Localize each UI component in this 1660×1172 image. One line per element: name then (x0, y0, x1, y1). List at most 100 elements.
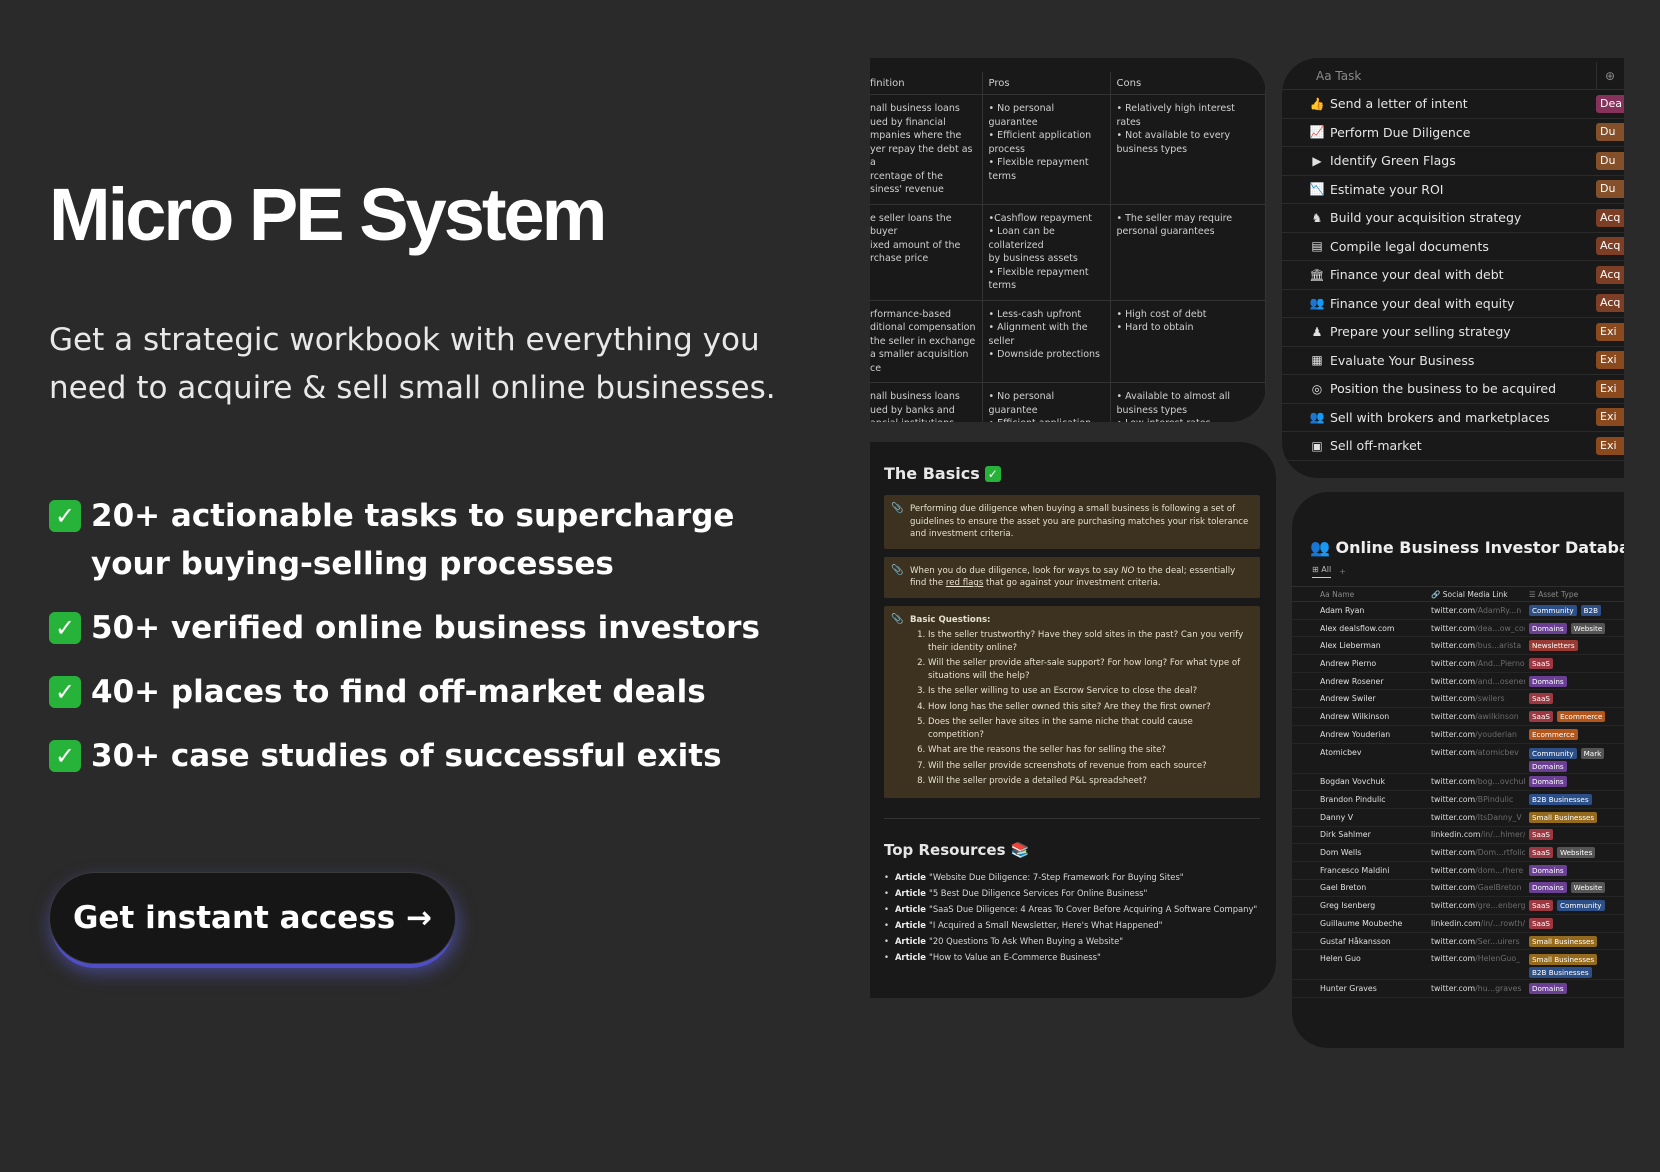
task-row[interactable]: 📉 Estimate your ROI Du (1282, 176, 1624, 204)
social-link[interactable]: twitter.com/GaelBreton (1419, 883, 1525, 892)
task-row[interactable]: 👥 Finance your deal with equity Acq (1282, 290, 1624, 318)
social-link[interactable]: twitter.com/and...osener (1419, 677, 1525, 686)
social-link[interactable]: twitter.com/youderian (1419, 730, 1525, 739)
view-tab-label: All (1321, 565, 1332, 574)
table-row[interactable]: Hunter Graves twitter.com/hu...graves Doma… (1292, 980, 1624, 999)
asset-type-tags: Domains Website (1525, 622, 1624, 634)
table-row[interactable]: Dom Wells twitter.com/Dom...rtfolio SaaS We… (1292, 844, 1624, 862)
task-row[interactable]: ◎ Position the business to be acquired Exi (1282, 375, 1624, 404)
table-row[interactable]: Alex Lieberman twitter.com/bus...arista Ne… (1292, 637, 1624, 656)
task-row[interactable]: 👍 Send a letter of intent Dea (1282, 90, 1624, 119)
table-row[interactable]: Bogdan Vovchuk twitter.com/bog...ovchuk Do… (1292, 774, 1624, 792)
resource-link[interactable]: "How to Value an E-Commerce Business" (929, 952, 1101, 962)
social-link[interactable]: twitter.com/HelenGuo_ (1419, 954, 1525, 963)
resource-link[interactable]: "I Acquired a Small Newsletter, Here's W… (929, 920, 1163, 930)
table-row[interactable]: Helen Guo twitter.com/HelenGuo_ Small Busi… (1292, 950, 1624, 981)
social-link[interactable]: twitter.com/dom...rhere (1419, 866, 1525, 875)
social-handle: /dea...ow_com (1475, 623, 1525, 633)
table-row[interactable]: Andrew Youderian twitter.com/youderian Eco… (1292, 726, 1624, 744)
resource-item[interactable]: Article"How to Value an E-Commerce Busin… (884, 949, 1276, 965)
table-row[interactable]: Gael Breton twitter.com/GaelBreton Domains… (1292, 880, 1624, 898)
view-tab-all[interactable]: ⊞ All (1312, 565, 1332, 578)
feature-text: 50+ verified online business investors (91, 610, 760, 646)
social-link[interactable]: twitter.com/dea...ow_com (1419, 624, 1525, 633)
table-row[interactable]: Andrew Pierno twitter.com/And...Pierno Saa… (1292, 655, 1624, 673)
investor-name: Greg Isenberg (1320, 901, 1376, 911)
table-row[interactable]: Alex dealsflow.com twitter.com/dea...ow_c… (1292, 620, 1624, 638)
table-row[interactable]: Andrew Wilkinson twitter.com/awilkinson Sa… (1292, 708, 1624, 726)
table-row[interactable]: Andrew Swiler twitter.com/swilers SaaS (1292, 690, 1624, 709)
table-row[interactable]: Guillaume Moubeche linkedin.com/in/...row… (1292, 915, 1624, 933)
table-row[interactable]: Danny V twitter.com/ItsDanny_V Small Busin… (1292, 809, 1624, 827)
resource-kind: Article (894, 951, 926, 962)
task-row[interactable]: 👥 Sell with brokers and marketplaces Exi (1282, 404, 1624, 432)
resource-link[interactable]: "SaaS Due Diligence: 4 Areas To Cover Be… (929, 904, 1257, 914)
red-flags-link[interactable]: red flags (946, 578, 983, 588)
task-row[interactable]: ▤ Compile legal documents Acq (1282, 233, 1624, 261)
social-link[interactable]: twitter.com/And...Pierno (1419, 659, 1525, 668)
task-row[interactable]: ♟ Prepare your selling strategy Exi (1282, 318, 1624, 347)
resource-item[interactable]: Article"I Acquired a Small Newsletter, H… (884, 917, 1276, 933)
social-link[interactable]: twitter.com/bus...arista (1419, 641, 1525, 650)
resource-link[interactable]: "5 Best Due Diligence Services For Onlin… (929, 888, 1147, 898)
social-site: twitter.com (1431, 777, 1476, 787)
investor-name: Gael Breton (1320, 883, 1367, 893)
task-row[interactable]: ♞ Build your acquisition strategy Acq (1282, 204, 1624, 233)
asset-type-tags: SaaS (1525, 693, 1624, 705)
social-link[interactable]: twitter.com/ItsDanny_V (1419, 813, 1525, 822)
social-link[interactable]: twitter.com/Dom...rtfolio (1419, 848, 1525, 857)
task-label-wrap: ▦ Evaluate Your Business (1310, 353, 1474, 368)
resource-link[interactable]: "20 Questions To Ask When Buying a Websi… (929, 936, 1123, 946)
social-link[interactable]: twitter.com/gre...enberg (1419, 901, 1525, 910)
table-row[interactable]: Greg Isenberg twitter.com/gre...enberg Saa… (1292, 897, 1624, 915)
asset-type-pill: Website (1570, 882, 1606, 894)
asset-type-pill: Small Businesses (1529, 954, 1598, 966)
social-link[interactable]: twitter.com/awilkinson (1419, 712, 1525, 721)
social-link[interactable]: twitter.com/BPindulic (1419, 795, 1525, 804)
feature-text: 40+ places to find off-market deals (91, 674, 706, 710)
asset-type-tags: Domains (1525, 983, 1624, 995)
table-row[interactable]: Brandon Pindulic twitter.com/BPindulic B2B… (1292, 791, 1624, 809)
social-link[interactable]: twitter.com/hu...graves (1419, 984, 1525, 993)
investor-name: Atomicbev (1320, 747, 1362, 757)
social-link[interactable]: twitter.com/bog...ovchuk (1419, 777, 1525, 786)
task-phase-tag: Acq (1596, 208, 1624, 227)
table-row: nall business loans ued by financial mpa… (870, 94, 1266, 205)
social-link[interactable]: twitter.com/AdamRy...n (1419, 606, 1525, 615)
question-item: Is the seller willing to use an Escrow S… (928, 685, 1250, 698)
asset-type-pill: Websites (1556, 847, 1596, 859)
table-row[interactable]: Atomicbev twitter.com/atomicbev Community M… (1292, 744, 1624, 774)
callout-definition: 📎 Performing due diligence when buying a… (884, 495, 1260, 549)
task-icon: ▶ (1312, 153, 1322, 168)
get-instant-access-button[interactable]: Get instant access → (49, 872, 456, 964)
table-row[interactable]: Andrew Rosener twitter.com/and...osener Do… (1292, 673, 1624, 691)
task-row[interactable]: ▦ Evaluate Your Business Exi (1282, 347, 1624, 375)
social-link[interactable]: linkedin.com/in/...rowth/ (1419, 919, 1525, 928)
task-column-header: Aa Task (1316, 68, 1362, 83)
social-link[interactable]: twitter.com/swilers (1419, 694, 1525, 703)
investor-name: Dirk Sahlmer (1320, 830, 1371, 840)
social-link[interactable]: twitter.com/atomicbev (1419, 748, 1525, 757)
resource-link[interactable]: "Website Due Diligence: 7-Step Framework… (929, 872, 1184, 882)
task-icon: 👥 (1309, 410, 1325, 425)
table-row[interactable]: Dirk Sahlmer linkedin.com/in/...hlmer/Saa… (1292, 827, 1624, 845)
resource-item[interactable]: Article"20 Questions To Ask When Buying … (884, 933, 1276, 949)
asset-type-pill: Domains (1529, 776, 1567, 788)
asset-type-pill: Small Businesses (1529, 935, 1598, 947)
task-label: Sell off-market (1330, 438, 1422, 454)
resource-item[interactable]: Article"5 Best Due Diligence Services Fo… (884, 885, 1276, 901)
resource-item[interactable]: Article"SaaS Due Diligence: 4 Areas To C… (884, 901, 1276, 917)
task-row[interactable]: ▣ Sell off-market Exi (1282, 432, 1624, 461)
resource-item[interactable]: Article"Website Due Diligence: 7-Step Fr… (884, 869, 1276, 885)
task-row[interactable]: ▶ Identify Green Flags Du (1282, 147, 1624, 176)
table-row[interactable]: Francesco Maldini twitter.com/dom...rhere… (1292, 862, 1624, 880)
task-row[interactable]: 📈 Perform Due Diligence Du (1282, 119, 1624, 147)
task-label: Estimate your ROI (1330, 181, 1444, 197)
social-link[interactable]: linkedin.com/in/...hlmer/ (1419, 830, 1525, 839)
table-row[interactable]: Gustaf Håkansson twitter.com/Ser...uirers… (1292, 933, 1624, 951)
task-row[interactable]: 🏛 Finance your deal with debt Acq (1282, 261, 1624, 290)
tasks-header: Aa Task ⊕ (1282, 61, 1624, 90)
table-row[interactable]: Adam Ryan twitter.com/AdamRy...n Community… (1292, 602, 1624, 620)
add-view-button[interactable]: + (1339, 567, 1346, 576)
social-link[interactable]: twitter.com/Ser...uirers (1419, 937, 1525, 946)
